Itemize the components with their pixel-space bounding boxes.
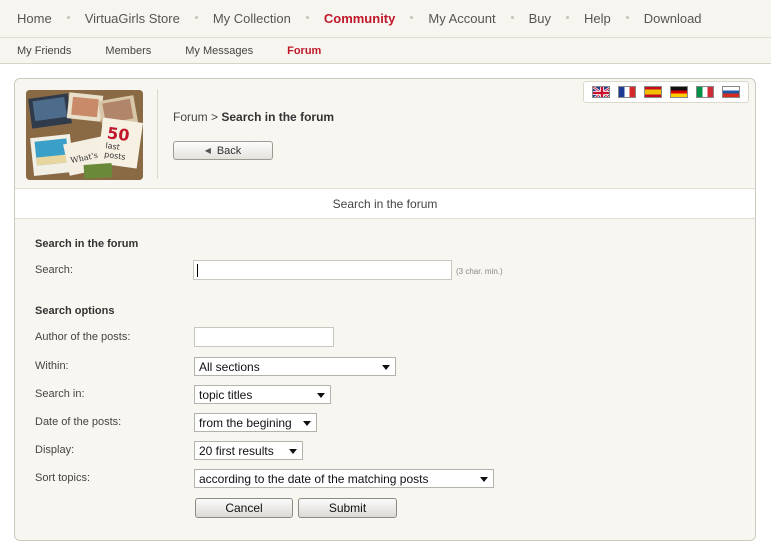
back-button[interactable]: ◀ Back bbox=[173, 141, 273, 160]
within-select[interactable]: All sections bbox=[194, 357, 396, 376]
within-select-value: All sections bbox=[199, 359, 260, 374]
cancel-button-label: Cancel bbox=[225, 501, 263, 515]
search-options-heading: Search options bbox=[35, 305, 115, 317]
search-in-select[interactable]: topic titles bbox=[194, 385, 331, 404]
german-flag-icon[interactable] bbox=[670, 86, 688, 98]
display-select-value: 20 first results bbox=[199, 443, 274, 458]
sub-navigation: My Friends Members My Messages Forum bbox=[0, 38, 771, 64]
dropdown-arrow-icon bbox=[303, 421, 311, 426]
search-in-label: Search in: bbox=[35, 388, 85, 400]
sort-select[interactable]: according to the date of the matching po… bbox=[194, 469, 494, 488]
display-label: Display: bbox=[35, 444, 75, 456]
section-title: Search in the forum bbox=[332, 196, 438, 211]
nav-separator bbox=[66, 16, 70, 19]
sort-select-value: according to the date of the matching po… bbox=[199, 471, 429, 486]
submit-button[interactable]: Submit bbox=[298, 498, 397, 518]
breadcrumb-forum-link[interactable]: Forum bbox=[173, 110, 208, 124]
subnav-forum[interactable]: Forum bbox=[287, 45, 321, 57]
date-select[interactable]: from the begining bbox=[194, 413, 317, 432]
nav-separator bbox=[565, 16, 569, 19]
dropdown-arrow-icon bbox=[480, 477, 488, 482]
nav-buy[interactable]: Buy bbox=[529, 11, 551, 26]
submit-button-label: Submit bbox=[328, 501, 367, 515]
within-label: Within: bbox=[35, 360, 69, 372]
nav-separator bbox=[305, 16, 309, 19]
forum-thumbnail-image: What's new 50 last posts bbox=[26, 90, 143, 180]
search-input[interactable] bbox=[193, 260, 452, 280]
nav-virtuagirls-store[interactable]: VirtuaGirls Store bbox=[85, 11, 180, 26]
nav-separator bbox=[510, 16, 514, 19]
section-title-bar: Search in the forum bbox=[15, 188, 755, 219]
nav-home[interactable]: Home bbox=[17, 11, 52, 26]
english-flag-icon[interactable] bbox=[592, 86, 610, 98]
language-flags bbox=[583, 81, 749, 103]
search-label: Search: bbox=[35, 264, 73, 276]
italian-flag-icon[interactable] bbox=[696, 86, 714, 98]
french-flag-icon[interactable] bbox=[618, 86, 636, 98]
breadcrumb-current: Search in the forum bbox=[221, 110, 335, 124]
date-select-value: from the begining bbox=[199, 415, 292, 430]
nav-download[interactable]: Download bbox=[644, 11, 702, 26]
breadcrumb: Forum > Search in the forum bbox=[173, 110, 334, 124]
forum-search-panel: What's new 50 last posts Forum > Search … bbox=[14, 78, 756, 541]
dropdown-arrow-icon bbox=[382, 365, 390, 370]
russian-flag-icon[interactable] bbox=[722, 86, 740, 98]
display-select[interactable]: 20 first results bbox=[194, 441, 303, 460]
back-button-label: Back bbox=[216, 144, 242, 157]
search-min-hint: (3 char. min.) bbox=[456, 267, 503, 276]
nav-separator bbox=[625, 16, 629, 19]
spanish-flag-icon[interactable] bbox=[644, 86, 662, 98]
back-arrow-icon: ◀ bbox=[204, 146, 211, 155]
nav-my-account[interactable]: My Account bbox=[428, 11, 495, 26]
top-navigation: Home VirtuaGirls Store My Collection Com… bbox=[0, 0, 771, 38]
subnav-my-friends[interactable]: My Friends bbox=[17, 45, 71, 57]
dropdown-arrow-icon bbox=[289, 449, 297, 454]
subnav-my-messages[interactable]: My Messages bbox=[185, 45, 253, 57]
text-caret bbox=[197, 264, 198, 277]
search-heading: Search in the forum bbox=[35, 238, 139, 250]
nav-separator bbox=[410, 16, 414, 19]
nav-community[interactable]: Community bbox=[324, 11, 396, 26]
header-divider bbox=[157, 89, 158, 179]
sort-label: Sort topics: bbox=[35, 472, 91, 484]
date-label: Date of the posts: bbox=[35, 416, 122, 428]
nav-separator bbox=[194, 16, 198, 19]
nav-my-collection[interactable]: My Collection bbox=[213, 11, 291, 26]
nav-help[interactable]: Help bbox=[584, 11, 611, 26]
breadcrumb-separator: > bbox=[211, 110, 219, 124]
author-input[interactable] bbox=[194, 327, 334, 347]
subnav-members[interactable]: Members bbox=[105, 45, 151, 57]
author-label: Author of the posts: bbox=[35, 331, 131, 343]
search-in-select-value: topic titles bbox=[199, 387, 253, 402]
dropdown-arrow-icon bbox=[317, 393, 325, 398]
cancel-button[interactable]: Cancel bbox=[195, 498, 293, 518]
